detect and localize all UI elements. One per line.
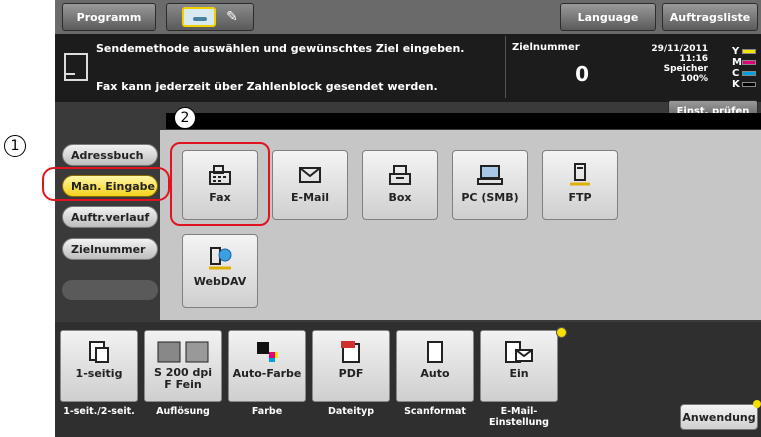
setting-color-button[interactable]: Auto-Farbe — [228, 330, 306, 402]
setting-caption: Dateityp — [327, 406, 375, 417]
setting-file-type-button[interactable]: PDF — [312, 330, 390, 402]
dest-webdav-button[interactable]: WebDAV — [182, 234, 258, 308]
memory-value: 100% — [680, 74, 708, 84]
sidebar-item-disabled — [62, 280, 158, 300]
setting-value: Auto-Farbe — [232, 367, 302, 380]
document-icon — [62, 52, 90, 84]
indicator-dot — [556, 327, 567, 338]
envelope-icon — [298, 163, 322, 187]
job-list-button[interactable]: Auftragsliste — [662, 3, 758, 31]
dest-pc-smb-button[interactable]: PC (SMB) — [452, 150, 528, 220]
server-icon — [568, 163, 592, 187]
resolution-icon — [156, 337, 210, 367]
toner-letter: C — [732, 68, 740, 79]
dest-email-button[interactable]: E-Mail — [272, 150, 348, 220]
dest-label: Box — [388, 191, 412, 204]
application-button[interactable]: Anwendung — [680, 404, 758, 430]
setting-caption: 1-seit./2-seit. — [63, 406, 135, 417]
toner-row-k: K — [732, 79, 758, 90]
status-time: 11:16 — [679, 54, 708, 64]
status-date: 29/11/2011 — [651, 44, 708, 54]
instruction-line-1: Sendemethode auswählen und gewünschtes Z… — [96, 42, 465, 55]
memory-label: Speicher — [663, 64, 708, 74]
dest-label: PC (SMB) — [461, 191, 519, 204]
marker-2: 2 — [174, 107, 196, 129]
highlight-fax — [170, 142, 270, 226]
setting-caption: Auflösung — [156, 406, 210, 417]
dest-number-box: Zielnummer 0 — [505, 36, 595, 98]
toner-letter: K — [732, 79, 740, 90]
instruction-line-2: Fax kann jederzeit über Zahlenblock gese… — [96, 80, 438, 93]
program-button[interactable]: Programm — [62, 3, 156, 31]
color-icon — [255, 337, 279, 367]
toner-row-m: M — [732, 57, 758, 68]
language-button[interactable]: Language — [560, 3, 656, 31]
dest-label: E-Mail — [291, 191, 329, 204]
dest-ftp-button[interactable]: FTP — [542, 150, 618, 220]
setting-email-button[interactable]: Ein — [480, 330, 558, 402]
sidebar-item-job-history[interactable]: Auftr.verlauf — [62, 206, 158, 228]
highlight-manual-entry — [42, 167, 170, 201]
dest-number-value: 0 — [575, 62, 589, 86]
box-icon — [388, 163, 412, 187]
fax-mode-icon[interactable] — [182, 7, 217, 27]
toner-levels: YMCK — [732, 46, 758, 90]
toner-bar — [742, 82, 756, 87]
dest-label: FTP — [568, 191, 592, 204]
pdf-icon — [340, 337, 362, 367]
setting-value: S 200 dpi F Fein — [153, 366, 213, 391]
dest-label: WebDAV — [193, 275, 247, 288]
setting-value: 1-seitig — [75, 367, 123, 380]
setting-resolution-button[interactable]: S 200 dpi F Fein — [144, 330, 222, 402]
toner-letter: M — [732, 57, 742, 68]
setting-scan-size-button[interactable]: Auto — [396, 330, 474, 402]
webdav-icon — [207, 247, 233, 271]
toner-bar — [742, 49, 756, 54]
setting-value: PDF — [338, 367, 364, 380]
phone-icon[interactable]: ✎ — [226, 9, 238, 25]
toner-bar — [742, 71, 756, 76]
setting-value: Auto — [420, 367, 450, 380]
destination-input-bar[interactable] — [166, 113, 761, 129]
setting-duplex-button[interactable]: 1-seitig — [60, 330, 138, 402]
computer-icon — [477, 163, 503, 187]
setting-value: Ein — [509, 367, 529, 380]
marker-1: 1 — [4, 135, 26, 157]
toner-row-y: Y — [732, 46, 758, 57]
sidebar-item-address-book[interactable]: Adressbuch — [62, 144, 158, 166]
dest-number-label: Zielnummer — [512, 42, 580, 53]
toner-bar — [742, 60, 756, 65]
dest-box-button[interactable]: Box — [362, 150, 438, 220]
email-settings-icon — [504, 337, 534, 367]
sidebar-item-dest-number[interactable]: Zielnummer — [62, 238, 158, 260]
toner-row-c: C — [732, 68, 758, 79]
toner-letter: Y — [732, 46, 740, 57]
one-sided-icon — [88, 337, 110, 367]
setting-caption: Scanformat — [404, 406, 466, 417]
mode-toggle[interactable]: ✎ — [166, 3, 254, 31]
page-icon — [426, 337, 444, 367]
setting-caption: E-Mail- Einstellung — [489, 406, 549, 428]
setting-caption: Farbe — [251, 406, 283, 417]
application-indicator-dot — [753, 400, 761, 408]
